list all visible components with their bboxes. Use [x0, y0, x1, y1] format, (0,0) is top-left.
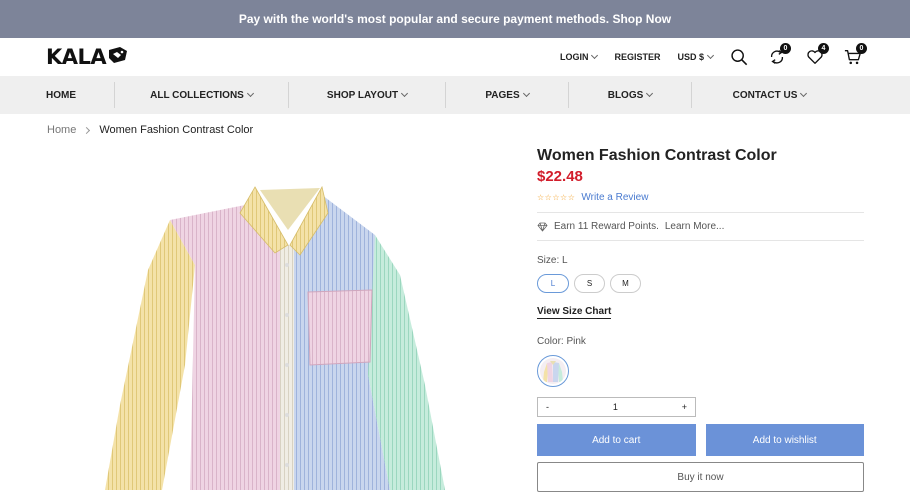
chevron-down-icon — [591, 51, 599, 59]
cart-count: 0 — [856, 43, 867, 54]
nav-item-shop-layout[interactable]: SHOP LAYOUT — [289, 76, 445, 114]
login-link[interactable]: LOGIN — [559, 51, 599, 62]
nav-item-pages[interactable]: PAGES — [446, 76, 568, 114]
nav-item-all-collections[interactable]: ALL COLLECTIONS — [115, 76, 288, 114]
learn-more-link[interactable]: Learn More... — [665, 221, 724, 232]
chevron-down-icon — [401, 89, 409, 97]
color-swatch-pink[interactable] — [537, 355, 569, 387]
breadcrumb-current: Women Fashion Contrast Color — [99, 124, 254, 136]
nav-label: ALL COLLECTIONS — [150, 89, 244, 101]
chevron-down-icon — [646, 89, 654, 97]
nav-item-home[interactable]: HOME — [8, 76, 114, 114]
write-review-link[interactable]: Write a Review — [581, 192, 648, 203]
reward-points: Earn 11 Reward Points. Learn More... — [537, 213, 864, 240]
swatch-thumbnail — [540, 358, 566, 384]
rating-stars: ☆☆☆☆☆ — [537, 193, 576, 202]
nav-label: BLOGS — [607, 89, 644, 101]
nav-item-contact-us[interactable]: CONTACT US — [692, 76, 847, 114]
chevron-right-icon — [83, 126, 91, 134]
size-label: Size: L — [537, 255, 568, 266]
nav-item-blogs[interactable]: BLOGS — [569, 76, 691, 114]
login-label: LOGIN — [559, 52, 589, 62]
shirt-image — [105, 185, 445, 490]
product-image[interactable] — [100, 175, 455, 490]
divider — [537, 240, 864, 241]
announcement-bar[interactable]: Pay with the world's most popular and se… — [0, 0, 910, 38]
currency-selector[interactable]: USD $ — [677, 51, 715, 62]
chevron-down-icon — [800, 89, 808, 97]
chevron-down-icon — [706, 51, 715, 59]
product-title: Women Fashion Contrast Color — [537, 147, 777, 164]
site-header: KALA LOGIN REGISTER USD $ 0 4 0 — [0, 38, 910, 76]
logo-text: KALA — [46, 45, 107, 69]
shirt-thumbnail-icon — [543, 361, 563, 382]
nav-label: PAGES — [485, 89, 520, 101]
compare-button[interactable]: 0 — [767, 43, 791, 67]
diamond-icon — [537, 222, 548, 232]
add-to-wishlist-button[interactable]: Add to wishlist — [705, 424, 864, 456]
announcement-text[interactable]: Pay with the world's most popular and se… — [239, 12, 671, 26]
chevron-down-icon — [522, 89, 530, 97]
nav-label: HOME — [46, 89, 76, 101]
header-actions: LOGIN REGISTER USD $ 0 4 0 — [559, 43, 867, 67]
reward-text: Earn 11 Reward Points. — [554, 221, 659, 232]
quantity-stepper: - 1 + — [537, 397, 696, 417]
breadcrumb: Home Women Fashion Contrast Color — [47, 124, 253, 136]
review-row: ☆☆☆☆☆ Write a Review — [537, 192, 864, 203]
wishlist-count: 4 — [818, 43, 829, 54]
breadcrumb-home[interactable]: Home — [47, 124, 76, 136]
color-label: Color: Pink — [537, 336, 586, 347]
buy-now-button[interactable]: Buy it now — [537, 462, 864, 492]
size-options: L S M — [537, 274, 864, 293]
logo-badge-icon — [109, 47, 128, 63]
chevron-down-icon — [246, 89, 254, 97]
cart-button[interactable]: 0 — [843, 43, 867, 67]
product-price: $22.48 — [537, 168, 583, 185]
view-size-chart-link[interactable]: View Size Chart — [537, 306, 612, 319]
quantity-input[interactable]: 1 — [613, 402, 618, 412]
main-nav: HOME ALL COLLECTIONS SHOP LAYOUT PAGES B… — [0, 76, 910, 114]
logo[interactable]: KALA — [46, 45, 128, 69]
purchase-buttons: Add to cart Add to wishlist — [537, 424, 864, 456]
currency-label: USD $ — [677, 52, 704, 62]
size-option-s[interactable]: S — [574, 274, 605, 293]
size-option-l[interactable]: L — [537, 274, 569, 293]
increase-quantity-button[interactable]: + — [682, 402, 687, 412]
nav-label: CONTACT US — [732, 89, 798, 101]
compare-count: 0 — [780, 43, 791, 54]
search-button[interactable] — [729, 47, 749, 67]
product-info: Women Fashion Contrast Color $22.48 ☆☆☆☆… — [537, 146, 864, 492]
search-icon — [731, 49, 748, 66]
add-to-cart-button[interactable]: Add to cart — [537, 424, 696, 456]
size-option-m[interactable]: M — [610, 274, 641, 293]
wishlist-button[interactable]: 4 — [805, 43, 829, 67]
register-link[interactable]: REGISTER — [614, 52, 660, 62]
nav-label: SHOP LAYOUT — [326, 89, 399, 101]
decrease-quantity-button[interactable]: - — [546, 402, 549, 412]
